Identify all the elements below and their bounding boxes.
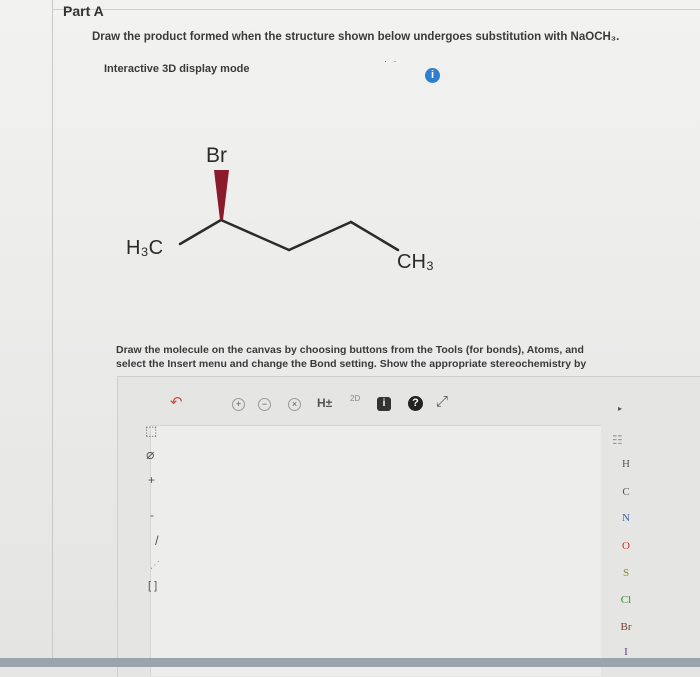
- instructions-line-1: Draw the molecule on the canvas by choos…: [116, 344, 584, 356]
- left-divider: [52, 0, 53, 667]
- cursor-icon: · ·: [384, 56, 399, 66]
- undo-button[interactable]: ↶: [170, 393, 183, 411]
- part-title: Part A: [63, 3, 104, 19]
- bond-c4-c5: [349, 220, 400, 252]
- instructions-line-2: select the Insert menu and change the Bo…: [116, 358, 587, 370]
- atom-c[interactable]: C: [614, 486, 638, 498]
- zoom-out-button[interactable]: −: [258, 398, 271, 411]
- molecule-structure: Br H₃C CH₃: [126, 144, 434, 273]
- help-button[interactable]: ?: [408, 396, 423, 411]
- atom-s[interactable]: S: [614, 567, 638, 579]
- carbon-chain: [178, 218, 400, 252]
- ch3-label: CH₃: [397, 251, 434, 273]
- periodic-table-button[interactable]: ☷: [612, 433, 623, 447]
- top-divider: [52, 9, 700, 10]
- h3c-label: H₃C: [126, 237, 163, 259]
- bond-c3-c4: [287, 220, 353, 252]
- atom-h[interactable]: H: [614, 458, 638, 470]
- atom-i[interactable]: I: [614, 646, 638, 658]
- bond-tool[interactable]: /: [155, 533, 159, 548]
- expand-button[interactable]: ⤢: [436, 393, 448, 410]
- atom-n[interactable]: N: [614, 512, 638, 524]
- bond-c1-c2: [178, 218, 223, 246]
- info-icon[interactable]: i: [425, 68, 440, 83]
- display-mode-link[interactable]: Interactive 3D display mode: [104, 63, 250, 75]
- charge-plus-tool[interactable]: +: [148, 473, 155, 487]
- atom-cl[interactable]: Cl: [614, 594, 638, 606]
- expand-right-icon[interactable]: ▸: [618, 404, 622, 413]
- atom-o[interactable]: O: [614, 540, 638, 552]
- select-tool[interactable]: ⬚: [145, 423, 157, 439]
- zoom-in-button[interactable]: +: [232, 398, 245, 411]
- info-button[interactable]: i: [377, 397, 391, 411]
- bracket-tool[interactable]: [ ]: [148, 580, 157, 592]
- charge-minus-tool[interactable]: -: [150, 508, 154, 522]
- eraser-tool[interactable]: ⌀: [146, 446, 154, 463]
- chain-tool[interactable]: ⋰: [150, 560, 160, 571]
- instructions: Draw the molecule on the canvas by choos…: [116, 343, 700, 371]
- clear-button[interactable]: ×: [288, 398, 301, 411]
- hydrogens-button[interactable]: H±: [317, 396, 332, 410]
- br-label: Br: [206, 144, 227, 167]
- templates-button[interactable]: 2D: [350, 394, 360, 403]
- drawing-canvas[interactable]: [150, 425, 601, 676]
- question-text: Draw the product formed when the structu…: [92, 31, 620, 43]
- wedge-bond: [214, 170, 229, 220]
- atom-br[interactable]: Br: [614, 621, 638, 633]
- bottom-bar: [0, 658, 700, 667]
- bond-c2-c3: [219, 218, 291, 252]
